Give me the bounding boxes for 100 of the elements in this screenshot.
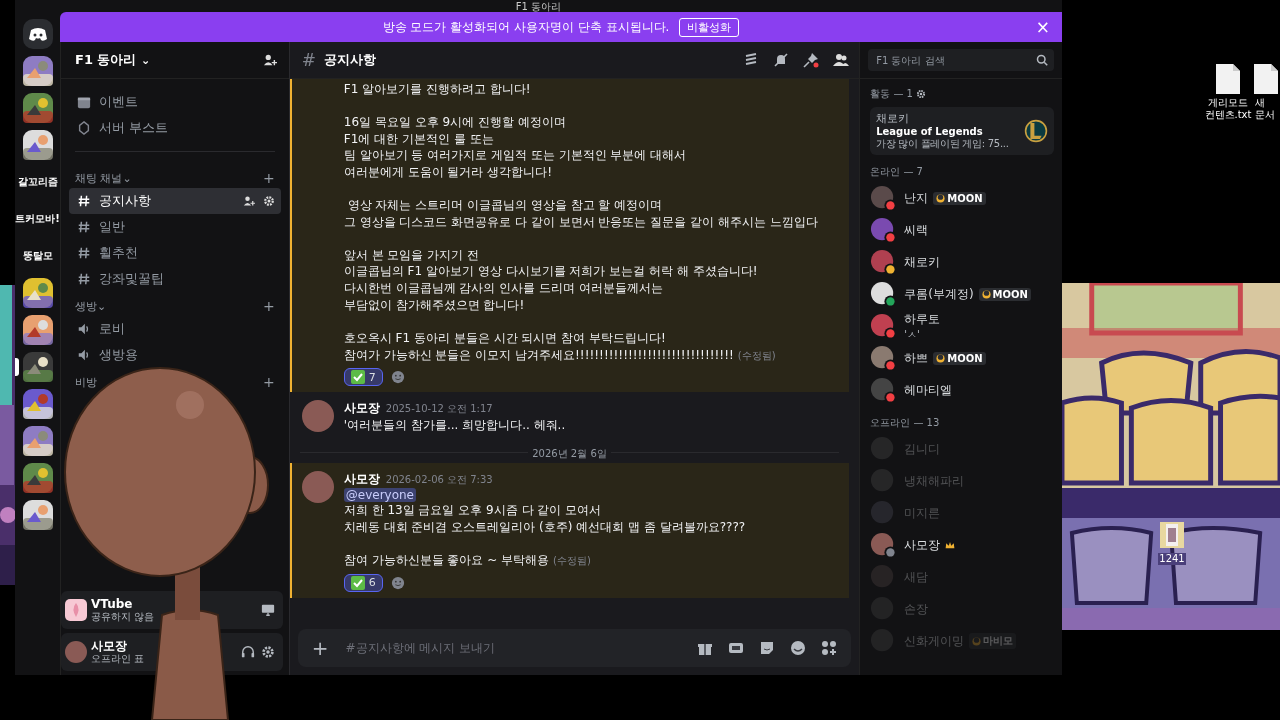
message-input[interactable]: + #공지사항에 메시지 보내기 — [297, 629, 852, 667]
hash-icon — [77, 246, 91, 260]
sticker-icon[interactable] — [759, 640, 776, 656]
edited-tag: (수정됨) — [553, 554, 591, 566]
apps-icon[interactable] — [821, 640, 838, 656]
message-text: 부담없이 참가해주셨으면 합니다! — [343, 297, 525, 312]
edited-tag: (수정됨) — [737, 349, 776, 361]
channel-item[interactable]: 강좌및꿀팁 — [69, 266, 281, 292]
add-person-icon[interactable] — [242, 195, 255, 207]
moon-icon — [936, 193, 946, 203]
settings-icon[interactable] — [262, 195, 275, 207]
message-text: 여러분에게 도움이 될거라 생각합니다! — [343, 165, 553, 180]
add-channel-button[interactable]: + — [263, 170, 275, 186]
message-text: 치레동 대회 준비겸 오스트레일리아 (호주) 예선대회 맵 좀 달려볼까요???? — [343, 519, 746, 534]
search-input[interactable]: F1 동아리 검색 — [874, 53, 1036, 67]
message-text: 다시한번 이글콥님께 감사의 인사를 드리며 여러분들께서는 — [343, 281, 663, 296]
gif-icon[interactable] — [728, 640, 745, 656]
attach-button[interactable]: + — [311, 636, 329, 660]
muted-bell-icon[interactable] — [773, 52, 790, 68]
check-icon — [350, 575, 365, 590]
channel-item[interactable]: 생방용 — [69, 342, 281, 368]
sidebar-link[interactable]: 서버 부스트 — [69, 115, 281, 141]
section-title: 온라인 — 7 — [870, 165, 924, 179]
channel-item[interactable]: 일반 — [69, 214, 281, 240]
member-name[interactable]: 사모장 — [904, 536, 941, 554]
author-name[interactable]: 사모장 — [343, 471, 380, 489]
member-name[interactable]: 난지 — [904, 189, 929, 207]
add-channel-button[interactable]: + — [263, 298, 275, 314]
message-text: 앞서 본 모임을 가지기 전 — [343, 247, 480, 262]
screen-share-icon[interactable] — [260, 603, 275, 617]
category-label[interactable]: 비방 — [75, 374, 97, 390]
activity-detail: 가장 많이 플레이된 게임: 75... — [876, 137, 1010, 151]
server-label[interactable]: 갈꼬리즘 — [17, 174, 58, 189]
file-icon[interactable] — [1216, 64, 1240, 94]
message-text: 호오옥시 F1 동아리 분들은 시간 되시면 참여 부탁드립니다! — [343, 330, 666, 345]
members-icon[interactable] — [833, 52, 850, 68]
avatar-icon[interactable] — [870, 281, 897, 307]
settings-icon[interactable] — [260, 645, 275, 659]
message-text: 참여가 가능하신 분들은 이모지 남겨주세요!!!!!!!!!!!!!!!!!!!!!!!!!!!!!!!!! — [343, 347, 734, 362]
avatar-icon[interactable] — [870, 249, 897, 275]
headphones-icon[interactable] — [240, 645, 255, 659]
settings-icon[interactable] — [915, 89, 926, 99]
add-reaction-icon[interactable] — [390, 370, 405, 385]
message-text: F1 알아보기를 진행하려고 합니다! — [343, 82, 531, 96]
activity-card[interactable]: 채로키 League of Legends 가장 많이 플레이된 게임: 75... — [870, 107, 1054, 155]
speaker-icon — [77, 322, 91, 336]
search-field[interactable]: F1 동아리 검색 — [868, 49, 1054, 71]
member-name[interactable]: 하쁘 — [904, 349, 929, 367]
member-name[interactable]: 헤마티엘 — [904, 381, 953, 399]
channel-item[interactable]: 로비 — [69, 316, 281, 342]
category-label[interactable]: 생방⌄ — [75, 298, 107, 314]
member-name[interactable]: 채로키 — [904, 253, 941, 271]
message-text: 팀 알아보기 등 여러가지로 게임적 또는 기본적인 부분에 대해서 — [343, 148, 687, 163]
member-tag[interactable]: MOON — [933, 351, 986, 365]
author-name[interactable]: 사모장 — [343, 400, 380, 418]
emoji-icon[interactable] — [790, 640, 807, 656]
hash-icon: # — [301, 50, 316, 70]
check-icon — [350, 370, 365, 385]
add-person-icon[interactable] — [262, 53, 277, 67]
user-status: 오프라인 표 — [91, 653, 145, 665]
message-text: '여러분들의 참가를... 희망합니다.. 헤줘.. — [343, 418, 566, 433]
member-name[interactable]: 하루토 — [904, 310, 941, 328]
member-tag[interactable]: MOON — [933, 191, 986, 205]
reaction-button[interactable]: 6 — [343, 573, 383, 592]
add-reaction-icon[interactable] — [390, 575, 405, 590]
speaker-icon — [77, 348, 91, 362]
pin-icon[interactable] — [803, 52, 820, 68]
sidebar-link[interactable]: 이벤트 — [69, 89, 281, 115]
channel-item[interactable]: 휠추천 — [69, 240, 281, 266]
message-text: 16일 목요일 오후 9시에 진행할 예정이며 — [343, 114, 566, 129]
timestamp: 2025-10-12 오전 1:17 — [385, 402, 493, 417]
message-text: 이글콥님의 F1 알아보기 영상 다시보기를 저희가 보는걸 허락 해 주셨습니다! — [343, 264, 758, 279]
window-title: F1 동아리 — [515, 2, 562, 12]
game-logo-icon — [1024, 119, 1048, 143]
folder-icon[interactable] — [1160, 520, 1184, 550]
channel-item[interactable]: 공지사항 — [69, 188, 281, 214]
mention-tag[interactable]: @everyone — [343, 488, 416, 503]
member-tag[interactable]: MOON — [978, 287, 1031, 301]
file-label: 게리모드 — [1207, 97, 1249, 109]
section-title: 오프라인 — 13 — [870, 416, 941, 430]
message-text: F1에 대한 기본적인 룰 또는 — [343, 131, 494, 146]
disable-button[interactable]: 비활성화 — [679, 17, 740, 37]
file-icon[interactable] — [1254, 64, 1278, 94]
add-channel-button[interactable]: + — [263, 374, 275, 390]
app-icon — [65, 599, 87, 621]
gem-icon — [77, 121, 91, 135]
message-input-text[interactable]: #공지사항에 메시지 보내기 — [343, 640, 683, 656]
game-title: League of Legends — [876, 126, 984, 137]
hash-icon — [77, 272, 91, 286]
reaction-button[interactable]: 7 — [343, 368, 383, 387]
home-icon[interactable] — [22, 18, 53, 49]
category-label[interactable]: 채팅 채널⌄ — [75, 170, 132, 186]
search-icon — [1036, 54, 1048, 66]
server-label[interactable]: 트커모바! — [15, 211, 60, 226]
member-name[interactable]: 씨랙 — [904, 221, 929, 239]
close-button[interactable]: × — [1035, 17, 1050, 37]
server-name[interactable]: F1 동아리 ⌄ — [75, 51, 151, 69]
server-label[interactable]: 뚱탈모 — [22, 248, 53, 263]
member-name[interactable]: 쿠롬(부계정) — [904, 285, 974, 303]
moon-icon — [972, 636, 982, 646]
